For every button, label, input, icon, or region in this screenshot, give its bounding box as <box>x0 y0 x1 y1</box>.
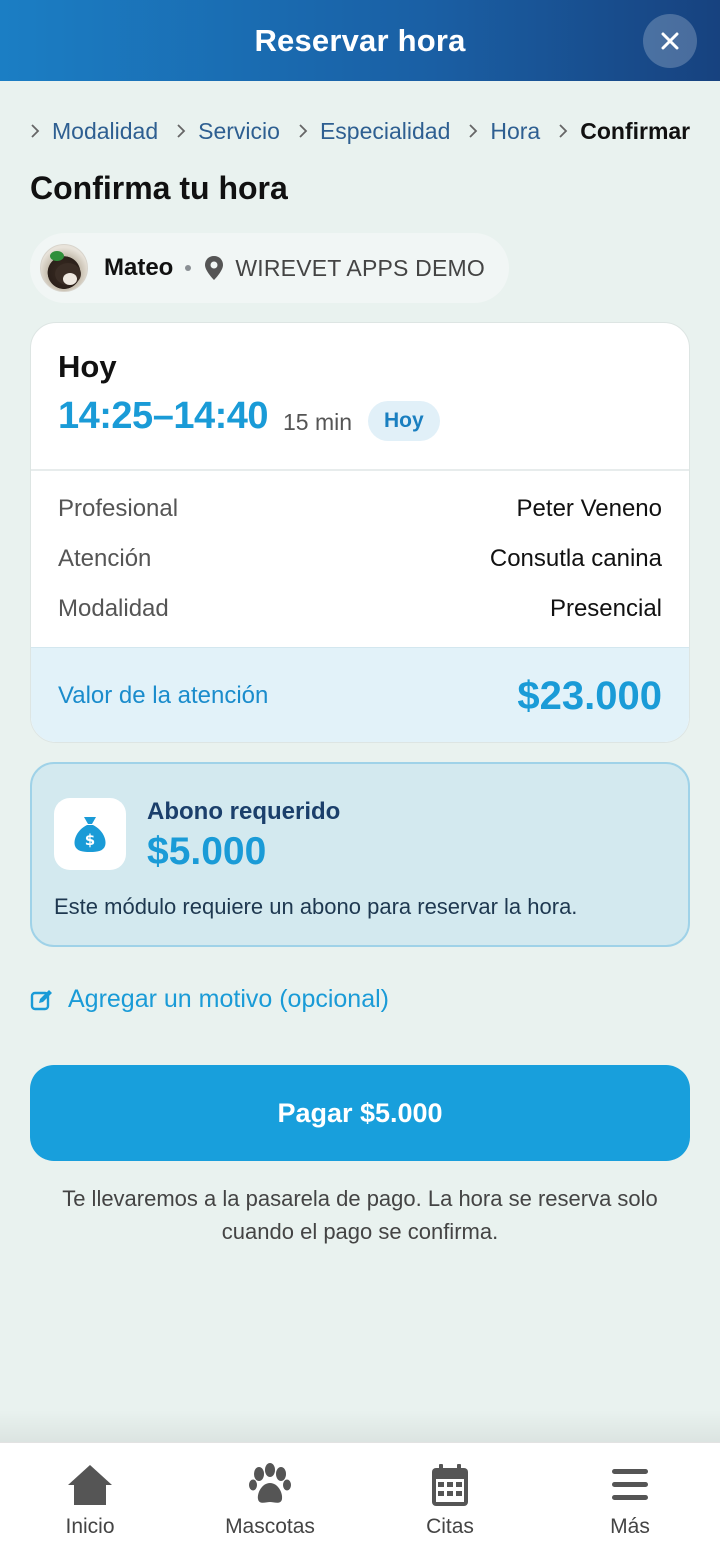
appointment-duration: 15 min <box>283 409 353 435</box>
clinic-name: WIREVET APPS DEMO <box>235 254 485 281</box>
deposit-title: Abono requerido <box>147 798 341 825</box>
detail-row-atencion: Atención Consutla canina <box>58 545 662 573</box>
breadcrumb-item-servicio[interactable]: Servicio <box>172 118 280 145</box>
day-badge: Hoy <box>368 401 440 441</box>
breadcrumb-label: Modalidad <box>52 117 159 144</box>
appointment-card: Hoy 14:25–14:40 15 min Hoy Profesional P… <box>30 322 690 743</box>
chevron-right-icon <box>177 124 186 138</box>
nav-label: Inicio <box>65 1515 115 1538</box>
edit-icon <box>30 989 52 1010</box>
nav-item-citas[interactable]: Citas <box>360 1443 540 1558</box>
home-icon <box>68 1465 112 1505</box>
bottom-navigation: Inicio Mascotas Citas Más <box>0 1442 720 1558</box>
pay-button[interactable]: Pagar $5.000 <box>30 1065 690 1161</box>
nav-label: Mascotas <box>225 1515 315 1538</box>
detail-label: Atención <box>58 545 152 572</box>
page-title: Confirma tu hora <box>30 170 288 206</box>
money-bag-icon: $ <box>74 817 106 852</box>
appointment-day: Hoy <box>58 349 117 384</box>
paw-icon <box>249 1463 291 1503</box>
calendar-icon <box>432 1464 468 1506</box>
card-divider <box>31 469 689 471</box>
breadcrumb-label: Hora <box>490 117 541 144</box>
chevron-right-icon <box>31 124 40 138</box>
breadcrumb-item-confirmar: Confirmar <box>554 118 690 145</box>
breadcrumb-label: Servicio <box>198 117 280 144</box>
deposit-amount: $5.000 <box>147 830 267 873</box>
detail-label: Modalidad <box>58 595 169 622</box>
pet-name: Mateo <box>104 254 174 281</box>
price-band: Valor de la atención $23.000 <box>31 647 689 742</box>
detail-label: Profesional <box>58 495 179 522</box>
price-label: Valor de la atención <box>58 682 269 709</box>
svg-text:$: $ <box>85 831 95 849</box>
breadcrumb-item-especialidad[interactable]: Especialidad <box>294 118 450 145</box>
detail-value: Consutla canina <box>489 545 662 572</box>
add-reason-label: Agregar un motivo (opcional) <box>68 985 389 1013</box>
add-reason-link[interactable]: Agregar un motivo (opcional) <box>30 985 389 1014</box>
nav-label: Más <box>610 1515 650 1538</box>
breadcrumb-item-modalidad[interactable]: Modalidad <box>26 118 158 145</box>
nav-label: Citas <box>426 1515 474 1538</box>
payment-note: Te llevaremos a la pasarela de pago. La … <box>30 1182 690 1248</box>
chevron-right-icon <box>559 124 568 138</box>
detail-value: Peter Veneno <box>516 495 662 522</box>
appointment-time: 14:25–14:40 <box>58 395 269 437</box>
breadcrumb-label: Confirmar <box>580 117 691 144</box>
separator-dot <box>185 265 192 271</box>
location-pin-icon <box>205 256 224 280</box>
header-title: Reservar hora <box>254 22 466 58</box>
breadcrumb: Modalidad Servicio Especialidad Hora Con… <box>26 112 690 150</box>
nav-item-inicio[interactable]: Inicio <box>0 1443 180 1558</box>
chevron-right-icon <box>299 124 308 138</box>
close-button[interactable] <box>643 14 697 68</box>
deposit-icon-tile: $ <box>54 798 126 870</box>
detail-row-profesional: Profesional Peter Veneno <box>58 495 662 523</box>
breadcrumb-label: Especialidad <box>319 117 451 144</box>
price-value: $23.000 <box>517 673 662 718</box>
chevron-right-icon <box>469 124 478 138</box>
deposit-box: $ Abono requerido $5.000 Este módulo req… <box>30 762 690 947</box>
pet-chip: Mateo WIREVET APPS DEMO <box>30 233 509 303</box>
menu-icon <box>612 1469 648 1500</box>
payment-note-line: Te llevaremos a la pasarela de pago. La … <box>62 1186 658 1211</box>
breadcrumb-item-hora[interactable]: Hora <box>464 118 540 145</box>
detail-row-modalidad: Modalidad Presencial <box>58 595 662 623</box>
payment-note-line: cuando el pago se confirma. <box>221 1219 499 1244</box>
pet-avatar <box>40 244 88 292</box>
close-icon <box>661 32 679 50</box>
deposit-note: Este módulo requiere un abono para reser… <box>54 894 578 919</box>
nav-item-mascotas[interactable]: Mascotas <box>180 1443 360 1558</box>
nav-item-mas[interactable]: Más <box>540 1443 720 1558</box>
app-header: Reservar hora <box>0 0 720 81</box>
nav-shadow <box>0 1410 720 1442</box>
detail-value: Presencial <box>549 595 662 622</box>
